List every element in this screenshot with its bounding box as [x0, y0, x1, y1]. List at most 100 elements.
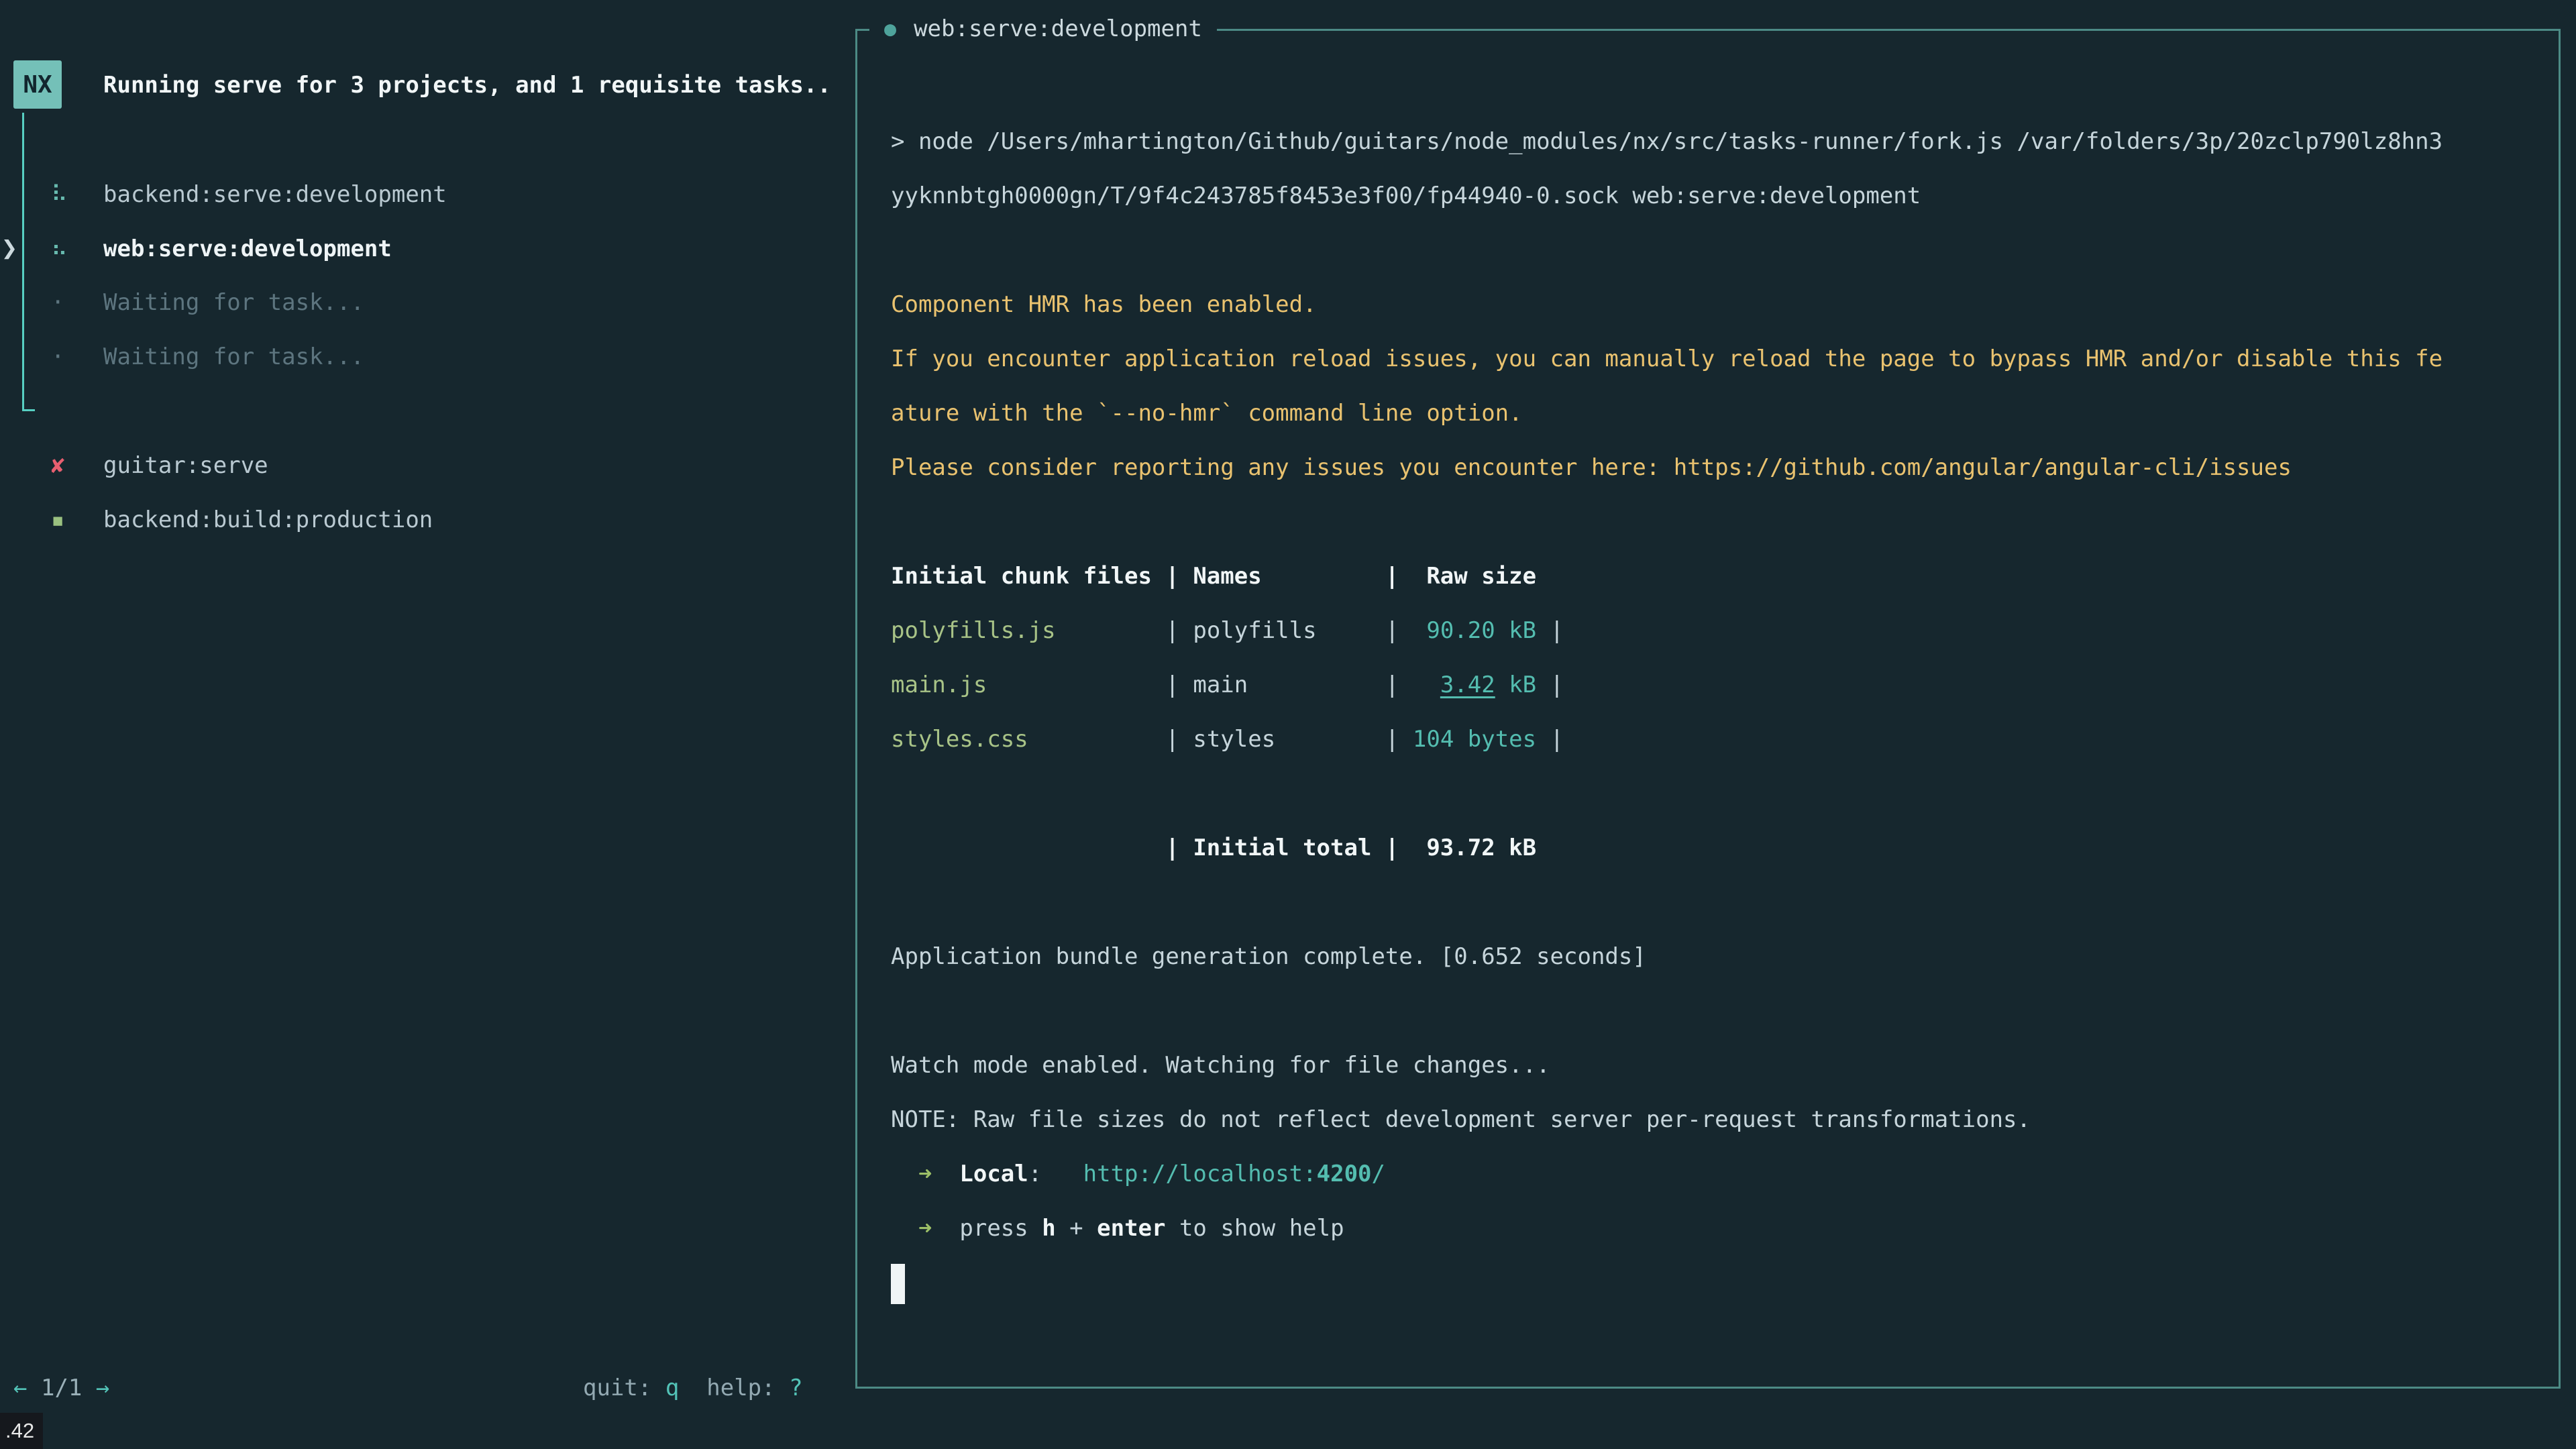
terminal-text-segment: |: [1550, 617, 1564, 644]
terminal-line: styles.css | styles | 104 bytes |: [891, 712, 2545, 767]
terminal-text-segment: ➜: [918, 1161, 932, 1187]
success-square-icon: ▪: [51, 506, 80, 533]
terminal-text-segment: |: [1550, 726, 1564, 753]
terminal-output: > node /Users/mhartington/Github/guitars…: [891, 115, 2545, 1310]
terminal-text-segment: [891, 1215, 918, 1242]
terminal-text-segment: main.js: [891, 672, 1165, 698]
terminal-text-segment: Please consider reporting any issues you…: [891, 454, 2292, 481]
terminal-text-segment: Component HMR has been enabled.: [891, 291, 1317, 318]
terminal-text-segment: yyknnbtgh0000gn/T/9f4c243785f8453e3f00/f…: [891, 182, 1921, 209]
task-label: Waiting for task...: [103, 343, 364, 370]
terminal-text-segment: NOTE: Raw file sizes do not reflect deve…: [891, 1106, 2031, 1133]
terminal-text-segment: |: [1165, 672, 1193, 698]
task-row-waiting-2[interactable]: · Waiting for task...: [0, 329, 832, 384]
terminal-text-segment: > node /Users/mhartington/Github/guitars…: [891, 128, 2443, 155]
spinner-icon: ⠦: [51, 235, 80, 262]
terminal-line: ➜ Local: http://localhost:4200/: [891, 1147, 2545, 1201]
terminal-line: yyknnbtgh0000gn/T/9f4c243785f8453e3f00/f…: [891, 169, 2545, 223]
terminal-line: [891, 1256, 2545, 1310]
panel-title: ● web:serve:development: [869, 2, 1217, 56]
help-label: help:: [679, 1375, 789, 1401]
panel-title-text: web:serve:development: [914, 2, 1202, 56]
pagination: ← 1/1 →: [13, 1361, 109, 1415]
terminal-text-segment: Watch mode enabled. Watching for file ch…: [891, 1052, 1550, 1079]
task-row-web-serve[interactable]: ⠦ web:serve:development: [0, 221, 832, 276]
terminal-text-segment: main: [1193, 672, 1385, 698]
nx-logo-badge: NX: [13, 60, 62, 109]
page-right-arrow-icon[interactable]: →: [96, 1375, 109, 1401]
task-label: Waiting for task...: [103, 289, 364, 316]
terminal-text-segment: polyfills: [1193, 617, 1385, 644]
running-status-dot-icon: ●: [884, 2, 896, 56]
terminal-text-segment: styles.css: [891, 726, 1165, 753]
page-count: 1/1: [41, 1375, 82, 1401]
terminal-text-segment: enter: [1097, 1215, 1165, 1242]
terminal-text-segment: kB: [1495, 672, 1550, 698]
terminal-line: [891, 495, 2545, 549]
terminal-text-segment: [932, 1161, 959, 1187]
task-row-backend-build[interactable]: ▪ backend:build:production: [0, 492, 832, 547]
quit-label: quit:: [583, 1375, 665, 1401]
terminal-line: > node /Users/mhartington/Github/guitars…: [891, 115, 2545, 169]
task-row-guitar-serve[interactable]: ✘ guitar:serve: [0, 438, 832, 492]
terminal-text-segment: |: [1385, 672, 1399, 698]
terminal-text-segment: Local: [959, 1161, 1028, 1187]
terminal-line: [891, 223, 2545, 278]
terminal-line: ature with the `--no-hmr` command line o…: [891, 386, 2545, 441]
task-row-waiting-1[interactable]: · Waiting for task...: [0, 275, 832, 329]
terminal-text-segment: Application bundle generation complete. …: [891, 943, 1646, 970]
task-label: backend:build:production: [103, 506, 433, 533]
page-spacer: [82, 1375, 95, 1401]
help-bar: quit: q help: ?: [583, 1361, 803, 1415]
terminal-text-segment: +: [1056, 1215, 1097, 1242]
terminal-text-segment: 4200: [1317, 1161, 1372, 1187]
task-output-panel[interactable]: ● web:serve:development > node /Users/mh…: [855, 29, 2561, 1389]
task-row-backend-serve[interactable]: ⠧ backend:serve:development: [0, 167, 832, 221]
sidebar-title: Running serve for 3 projects, and 1 requ…: [103, 58, 831, 113]
page-left-arrow-icon[interactable]: ←: [13, 1375, 27, 1401]
terminal-line: NOTE: Raw file sizes do not reflect deve…: [891, 1093, 2545, 1147]
terminal-line: [891, 767, 2545, 821]
terminal-text-segment: |: [1165, 617, 1193, 644]
page-indicator: [27, 1375, 40, 1401]
help-key: ?: [789, 1375, 802, 1401]
terminal-line: If you encounter application reload issu…: [891, 332, 2545, 386]
terminal-text-segment: [932, 1215, 959, 1242]
terminal-line: Application bundle generation complete. …: [891, 930, 2545, 984]
terminal-text-segment: :: [1028, 1161, 1083, 1187]
terminal-line: [891, 984, 2545, 1038]
terminal-text-segment: | Initial total | 93.72 kB: [891, 835, 1536, 861]
terminal-text-segment: If you encounter application reload issu…: [891, 345, 2443, 372]
terminal-text-segment: polyfills.js: [891, 617, 1165, 644]
terminal-text-segment: |: [1550, 672, 1564, 698]
terminal-cursor: [891, 1264, 905, 1304]
terminal-text-segment: ➜: [918, 1215, 932, 1242]
terminal-text-segment: |: [1165, 726, 1193, 753]
terminal-text-segment: styles: [1193, 726, 1385, 753]
terminal-text-segment: [891, 1161, 918, 1187]
terminal-line: ➜ press h + enter to show help: [891, 1201, 2545, 1256]
terminal-line: main.js | main | 3.42 kB |: [891, 658, 2545, 712]
task-label: guitar:serve: [103, 452, 268, 479]
quit-key: q: [665, 1375, 679, 1401]
terminal-line: polyfills.js | polyfills | 90.20 kB |: [891, 604, 2545, 658]
failed-cross-icon: ✘: [51, 452, 80, 479]
terminal-text-segment: ature with the `--no-hmr` command line o…: [891, 400, 1523, 427]
terminal-line: [891, 875, 2545, 930]
terminal-line: Initial chunk files | Names | Raw size: [891, 549, 2545, 604]
terminal-text-segment: press: [959, 1215, 1042, 1242]
waiting-dot-icon: ·: [51, 289, 80, 316]
terminal-text-segment: /: [1372, 1161, 1385, 1187]
terminal-text-segment: h: [1042, 1215, 1055, 1242]
typed-keys-overlay: .42: [0, 1413, 43, 1449]
terminal-line: Watch mode enabled. Watching for file ch…: [891, 1038, 2545, 1093]
task-label: backend:serve:development: [103, 181, 447, 208]
waiting-dot-icon: ·: [51, 343, 80, 370]
terminal-text-segment: [1399, 672, 1440, 698]
terminal-text-segment: |: [1385, 617, 1399, 644]
terminal-text-segment: 3.42: [1440, 672, 1495, 698]
terminal-text-segment: |: [1385, 726, 1399, 753]
terminal-line: Please consider reporting any issues you…: [891, 441, 2545, 495]
terminal-text-segment: http://localhost:: [1083, 1161, 1317, 1187]
task-label: web:serve:development: [103, 235, 392, 262]
